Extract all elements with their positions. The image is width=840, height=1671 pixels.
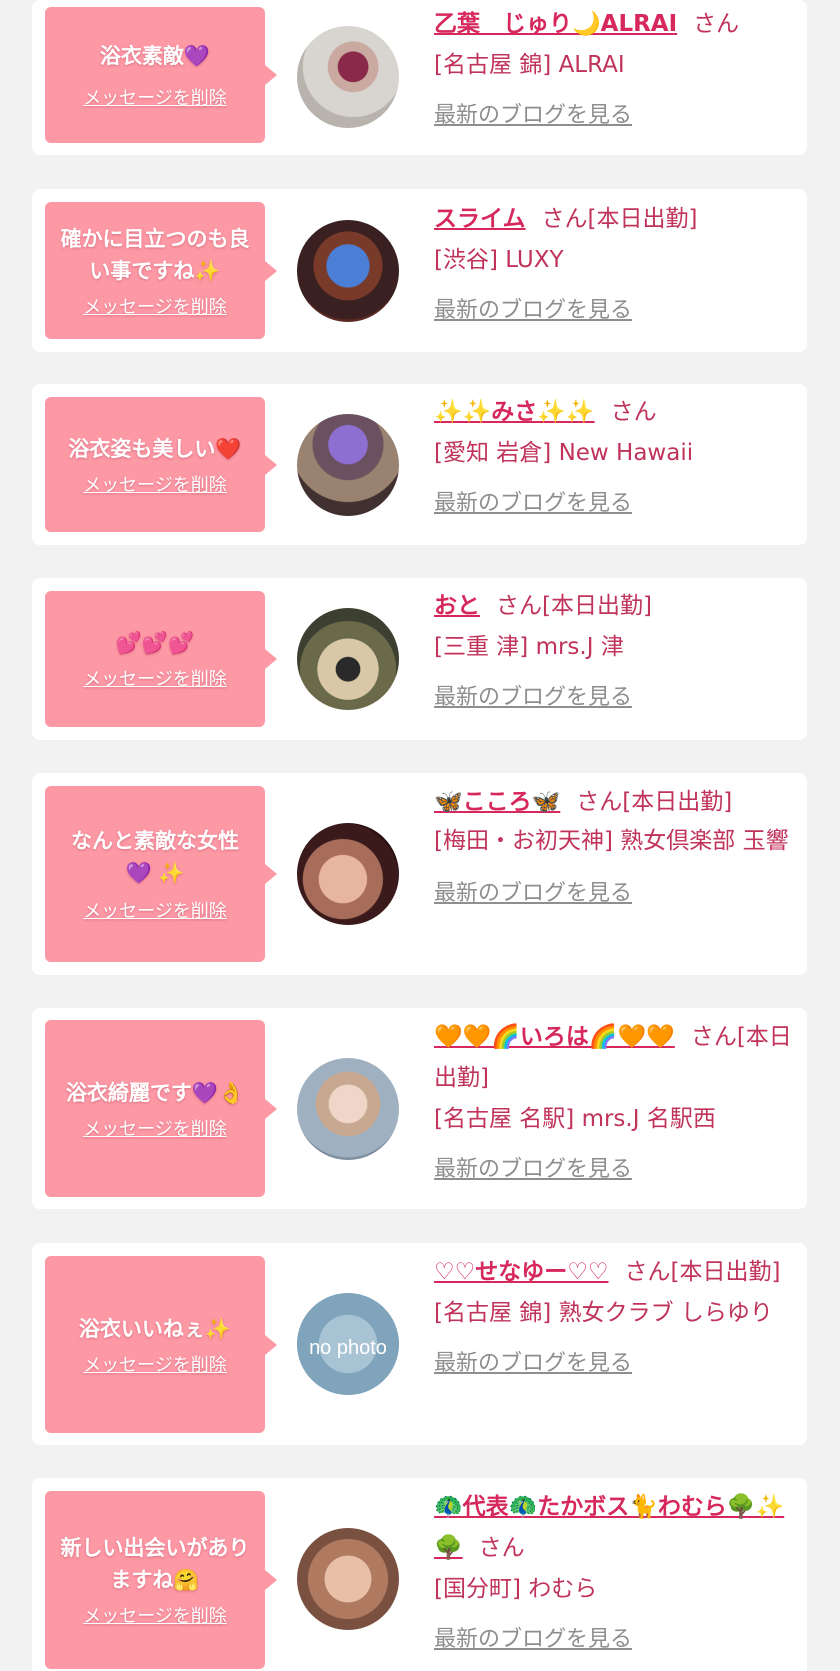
message-text: 浴衣いいねぇ✨ [78, 1316, 232, 1341]
latest-blog-link[interactable]: 最新のブログを見る [434, 1149, 797, 1190]
message-bubble: なんと素敵な女性 💜 ✨ メッセージを削除 [45, 786, 277, 962]
message-text: 浴衣姿も美しい❤️ [68, 436, 242, 461]
message-card: なんと素敵な女性 💜 ✨ メッセージを削除 🦋こころ🦋 さん[本日出勤] [梅田・お… [32, 773, 807, 975]
shop-location: [名古屋 名駅] mrs.J 名駅西 [434, 1106, 716, 1132]
profile-name-link[interactable]: 🧡🧡🌈いろは🌈🧡🧡 [434, 1024, 675, 1050]
honorific-status: さん [478, 1535, 525, 1561]
message-text: なんと素敵な女性 💜 ✨ [71, 829, 239, 885]
no-photo-label: no photo [309, 1337, 387, 1359]
shop-location: [国分町] わむら [434, 1576, 598, 1602]
shop-location: [梅田・お初天神] 熟女倶楽部 玉響 [434, 828, 789, 854]
message-card: 浴衣姿も美しい❤️ メッセージを削除 ✨✨みさ✨✨ さん [愛知 岩倉] New … [32, 384, 807, 545]
delete-message-link[interactable]: メッセージを削除 [83, 471, 227, 497]
shop-location: [三重 津] mrs.J 津 [434, 634, 624, 660]
message-card: 浴衣素敵💜 メッセージを削除 乙葉 じゅり🌙ALRAI さん [名古屋 錦] AL… [32, 0, 807, 155]
profile-name-link[interactable]: 乙葉 じゅり🌙ALRAI [434, 11, 677, 37]
profile-info: 🦋こころ🦋 さん[本日出勤] [梅田・お初天神] 熟女倶楽部 玉響 最新のブログを… [434, 782, 797, 914]
latest-blog-link[interactable]: 最新のブログを見る [434, 1619, 797, 1660]
profile-name-link[interactable]: ✨✨みさ✨✨ [434, 399, 595, 425]
shop-location: [名古屋 錦] ALRAI [434, 52, 625, 78]
profile-info: スライム さん[本日出勤] [渋谷] LUXY 最新のブログを見る [434, 199, 797, 331]
latest-blog-link[interactable]: 最新のブログを見る [434, 677, 797, 718]
latest-blog-link[interactable]: 最新のブログを見る [434, 1343, 797, 1384]
avatar[interactable] [297, 220, 399, 322]
profile-name-link[interactable]: 🦋こころ🦋 [434, 789, 560, 815]
profile-name-link[interactable]: スライム [434, 206, 526, 232]
profile-info: 🧡🧡🌈いろは🌈🧡🧡 さん[本日出勤] [名古屋 名駅] mrs.J 名駅西 最新の… [434, 1017, 797, 1190]
profile-name-link[interactable]: ♡♡せなゆー♡♡ [434, 1259, 608, 1285]
message-text: 新しい出会いがありますね🤗 [60, 1536, 250, 1592]
profile-info: 乙葉 じゅり🌙ALRAI さん [名古屋 錦] ALRAI 最新のブログを見る [434, 4, 797, 136]
message-card: 💕💕💕 メッセージを削除 おと さん[本日出勤] [三重 津] mrs.J 津 最… [32, 578, 807, 740]
profile-info: ✨✨みさ✨✨ さん [愛知 岩倉] New Hawaii 最新のブログを見る [434, 392, 797, 524]
message-card: 新しい出会いがありますね🤗 メッセージを削除 🦚代表🦚たかボス🐈わむら🌳✨🌳 さん… [32, 1478, 807, 1671]
message-bubble: 浴衣素敵💜 メッセージを削除 [45, 7, 277, 143]
delete-message-link[interactable]: メッセージを削除 [83, 293, 227, 319]
delete-message-link[interactable]: メッセージを削除 [83, 84, 227, 110]
avatar[interactable] [297, 414, 399, 516]
delete-message-link[interactable]: メッセージを削除 [83, 1351, 227, 1377]
shop-location: [愛知 岩倉] New Hawaii [434, 440, 694, 466]
delete-message-link[interactable]: メッセージを削除 [83, 897, 227, 923]
message-text: 浴衣素敵💜 [99, 44, 211, 68]
message-text: 浴衣綺麗です💜👌 [65, 1080, 245, 1105]
message-bubble: 浴衣綺麗です💜👌 メッセージを削除 [45, 1020, 277, 1197]
message-text: 💕💕💕 [115, 631, 195, 655]
latest-blog-link[interactable]: 最新のブログを見る [434, 95, 797, 136]
honorific-status: さん[本日出勤] [496, 593, 652, 619]
message-card: 確かに目立つのも良い事ですね✨ メッセージを削除 スライム さん[本日出勤] [渋… [32, 189, 807, 352]
message-text: 確かに目立つのも良い事ですね✨ [60, 226, 250, 283]
delete-message-link[interactable]: メッセージを削除 [83, 1115, 227, 1141]
profile-info: おと さん[本日出勤] [三重 津] mrs.J 津 最新のブログを見る [434, 586, 797, 718]
message-card: 浴衣いいねぇ✨ メッセージを削除 no photo ♡♡せなゆー♡♡ さん[本日出… [32, 1243, 807, 1445]
latest-blog-link[interactable]: 最新のブログを見る [434, 290, 797, 331]
profile-info: 🦚代表🦚たかボス🐈わむら🌳✨🌳 さん [国分町] わむら 最新のブログを見る [434, 1487, 797, 1660]
shop-location: [渋谷] LUXY [434, 247, 564, 273]
message-bubble: 確かに目立つのも良い事ですね✨ メッセージを削除 [45, 202, 277, 339]
honorific-status: さん [693, 11, 740, 37]
message-bubble: 浴衣いいねぇ✨ メッセージを削除 [45, 1256, 277, 1433]
honorific-status: さん[本日出勤] [541, 206, 698, 232]
avatar[interactable] [297, 608, 399, 710]
message-bubble: 💕💕💕 メッセージを削除 [45, 591, 277, 727]
profile-name-link[interactable]: おと [434, 593, 480, 619]
message-card: 浴衣綺麗です💜👌 メッセージを削除 🧡🧡🌈いろは🌈🧡🧡 さん[本日出勤] [名古屋… [32, 1008, 807, 1209]
honorific-status: さん[本日出勤] [576, 789, 733, 815]
honorific-status: さん [610, 399, 657, 425]
latest-blog-link[interactable]: 最新のブログを見る [434, 873, 797, 914]
avatar[interactable] [297, 26, 399, 128]
shop-location: [名古屋 錦] 熟女クラブ しらゆり [434, 1300, 773, 1326]
latest-blog-link[interactable]: 最新のブログを見る [434, 483, 797, 524]
avatar[interactable] [297, 1528, 399, 1630]
message-bubble: 浴衣姿も美しい❤️ メッセージを削除 [45, 397, 277, 532]
honorific-status: さん[本日出勤] [624, 1259, 781, 1285]
delete-message-link[interactable]: メッセージを削除 [83, 665, 227, 691]
avatar[interactable] [297, 1058, 399, 1160]
delete-message-link[interactable]: メッセージを削除 [83, 1602, 227, 1628]
profile-info: ♡♡せなゆー♡♡ さん[本日出勤] [名古屋 錦] 熟女クラブ しらゆり 最新のブ… [434, 1252, 797, 1384]
avatar[interactable] [297, 823, 399, 925]
message-bubble: 新しい出会いがありますね🤗 メッセージを削除 [45, 1491, 277, 1669]
avatar[interactable]: no photo [297, 1293, 399, 1395]
